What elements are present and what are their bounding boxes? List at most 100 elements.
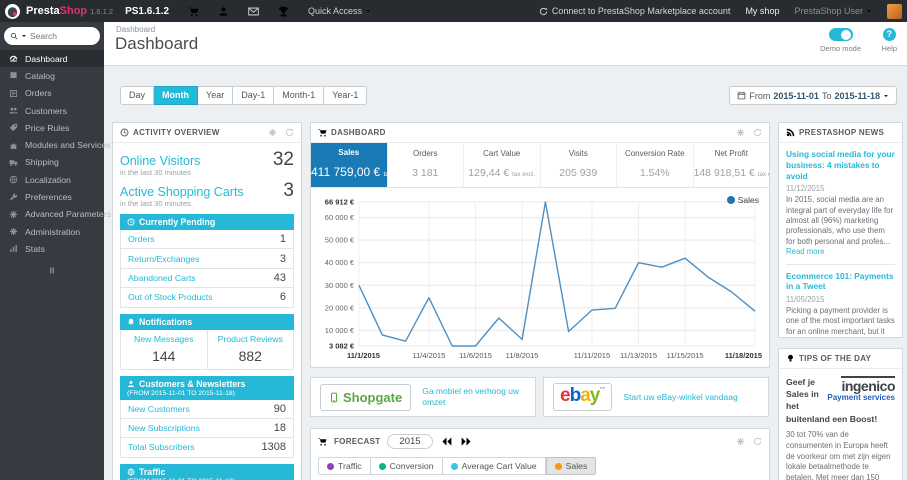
pending-row[interactable]: Return/Exchanges 3 — [120, 249, 294, 269]
trophy-icon[interactable] — [278, 6, 289, 17]
avatar[interactable] — [887, 3, 902, 19]
svg-text:11/15/2015: 11/15/2015 — [667, 351, 704, 360]
panel-header: TIPS OF THE DAY — [779, 349, 902, 369]
messages-icon[interactable] — [248, 6, 259, 17]
my-shop-link[interactable]: My shop — [745, 6, 779, 16]
sidebar-item-price-rules[interactable]: Price Rules — [0, 119, 104, 136]
kpi-conversion-rate[interactable]: Conversion Rate 1.54% — [617, 143, 694, 187]
news-article-date: 11/05/2015 — [786, 295, 825, 305]
kpi-visits[interactable]: Visits 205 939 — [541, 143, 617, 187]
chevron-down-icon — [866, 8, 872, 14]
online-visitors-link[interactable]: Online Visitors — [120, 154, 200, 168]
user-menu[interactable]: PrestaShop User — [794, 6, 872, 16]
period-year-1-button[interactable]: Year-1 — [324, 86, 368, 105]
product-reviews-cell[interactable]: Product Reviews 882 — [206, 329, 294, 369]
tag-icon — [9, 123, 18, 132]
panel-header: DASHBOARD — [311, 123, 769, 143]
forecast-sales-button[interactable]: Sales — [545, 457, 597, 475]
ebay-link[interactable]: Start uw eBay-winkel vandaag — [623, 392, 737, 403]
gear-icon[interactable] — [736, 437, 745, 446]
sidebar-search[interactable] — [4, 27, 100, 45]
period-month-button[interactable]: Month — [154, 86, 199, 105]
svg-text:3 082 €: 3 082 € — [329, 342, 355, 351]
previous-year-button[interactable] — [440, 435, 453, 448]
date-range-picker[interactable]: From 2015-11-01 To 2015-11-18 — [729, 86, 897, 105]
period-month-1-button[interactable]: Month-1 — [274, 86, 325, 105]
sidebar-item-label: Catalog — [25, 70, 55, 81]
read-more-link[interactable]: Read more — [786, 247, 825, 256]
sidebar-item-modules[interactable]: Modules and Services — [0, 136, 110, 153]
new-messages-cell[interactable]: New Messages 144 — [121, 330, 207, 369]
forecast-average-cart-value-button[interactable]: Average Cart Value — [442, 457, 546, 475]
period-day-button[interactable]: Day — [120, 86, 155, 105]
forecast-year-input[interactable]: 2015 — [387, 434, 433, 449]
shopgate-link[interactable]: Ga mobiel en verhoog uw omzet — [422, 386, 526, 407]
prestashop-logo-icon[interactable] — [5, 4, 20, 19]
help-icon[interactable]: ? — [882, 28, 896, 41]
sidebar-nav: Dashboard Catalog Orders Customers Price… — [0, 22, 111, 480]
divider — [786, 263, 895, 265]
legend-dot — [726, 196, 735, 204]
customers-quick-icon[interactable] — [218, 6, 229, 17]
sidebar-item-localization[interactable]: Localization — [0, 171, 104, 188]
pending-row[interactable]: Abandoned Carts 43 — [120, 268, 294, 289]
gear-icon — [9, 227, 18, 236]
sidebar-item-administration[interactable]: Administration — [0, 223, 104, 240]
marketplace-link[interactable]: Connect to PrestaShop Marketplace accoun… — [539, 6, 730, 16]
forecast-traffic-button[interactable]: Traffic — [318, 457, 371, 475]
sidebar-collapse-button[interactable] — [0, 266, 104, 277]
gear-icon[interactable] — [268, 128, 277, 137]
sales-line-chart: 3 082 € 10 000 € 20 000 € 30 000 € 40 000 € 5… — [325, 198, 762, 361]
customers-row[interactable]: New Customers 90 — [120, 399, 294, 419]
sidebar-item-preferences[interactable]: Preferences — [0, 188, 104, 205]
right-column: PRESTASHOP NEWS Using social media for y… — [778, 122, 903, 480]
kpi-net-profit[interactable]: Net Profit148 918,51 € tax excl. — [694, 143, 770, 187]
refresh-icon[interactable] — [285, 128, 294, 137]
shopgate-logo: Shopgate — [320, 383, 412, 411]
kpi-cart-value[interactable]: Cart Value 129,44 € tax excl. — [464, 143, 541, 187]
news-article-title[interactable]: Ecommerce 101: Payments in a Tweet — [786, 271, 895, 293]
period-day-1-button[interactable]: Day-1 — [233, 86, 275, 105]
brand-name: PrestaShop — [26, 5, 88, 17]
pending-row[interactable]: Out of Stock Products 6 — [120, 288, 294, 308]
customers-row[interactable]: Total Subscribers 1308 — [120, 438, 294, 458]
sidebar-item-advanced-parameters[interactable]: Advanced Parameters — [0, 206, 111, 223]
svg-text:11/18/2015: 11/18/2015 — [725, 351, 762, 360]
cart-icon[interactable] — [188, 6, 199, 17]
pending-row[interactable]: Orders 1 — [120, 230, 294, 250]
sidebar-item-label: Shipping — [25, 157, 59, 168]
next-year-button[interactable] — [460, 435, 473, 448]
active-carts-link[interactable]: Active Shopping Carts — [120, 185, 244, 199]
search-input[interactable] — [30, 31, 84, 41]
sidebar-item-dashboard[interactable]: Dashboard — [0, 50, 104, 68]
date-to-label: To — [821, 90, 832, 101]
kpi-orders[interactable]: Orders 3 181 — [388, 143, 464, 187]
sidebar-item-orders[interactable]: Orders — [0, 85, 104, 102]
breadcrumb[interactable]: Dashboard — [116, 25, 155, 34]
forecast-conversion-button[interactable]: Conversion — [370, 457, 443, 475]
gear-icon[interactable] — [736, 128, 745, 137]
kpi-sales[interactable]: Sales411 759,00 € tax excl. — [311, 143, 388, 187]
customers-row[interactable]: New Subscriptions 18 — [120, 418, 294, 439]
chevron-down-icon[interactable] — [21, 33, 27, 39]
svg-text:11/8/2015: 11/8/2015 — [506, 351, 539, 360]
panel-title: TIPS OF THE DAY — [799, 354, 872, 363]
chart-legend[interactable]: Sales — [726, 195, 759, 205]
refresh-icon[interactable] — [753, 128, 762, 137]
period-year-button[interactable]: Year — [198, 86, 234, 105]
demo-mode-label: Demo mode — [820, 44, 861, 53]
sidebar-item-stats[interactable]: Stats — [0, 240, 104, 257]
sidebar-item-label: Administration — [25, 226, 81, 237]
sidebar-item-shipping[interactable]: Shipping — [0, 154, 104, 171]
quick-access-menu[interactable]: Quick Access — [308, 6, 371, 16]
ingenico-wordmark: ingenico — [841, 376, 895, 394]
panel-title: ACTIVITY OVERVIEW — [133, 128, 220, 137]
forecast-legend: Traffic Conversion Average Cart Value Sa… — [311, 454, 769, 475]
date-filter-bar: Day Month Year Day-1 Month-1 Year-1 From… — [120, 86, 897, 106]
news-article-title[interactable]: Using social media for your business: 4 … — [786, 149, 895, 181]
sidebar-item-customers[interactable]: Customers — [0, 102, 104, 119]
sidebar-item-catalog[interactable]: Catalog — [0, 67, 104, 84]
refresh-icon[interactable] — [753, 437, 762, 446]
demo-mode-toggle[interactable] — [828, 28, 853, 41]
legend-dot — [378, 462, 386, 470]
